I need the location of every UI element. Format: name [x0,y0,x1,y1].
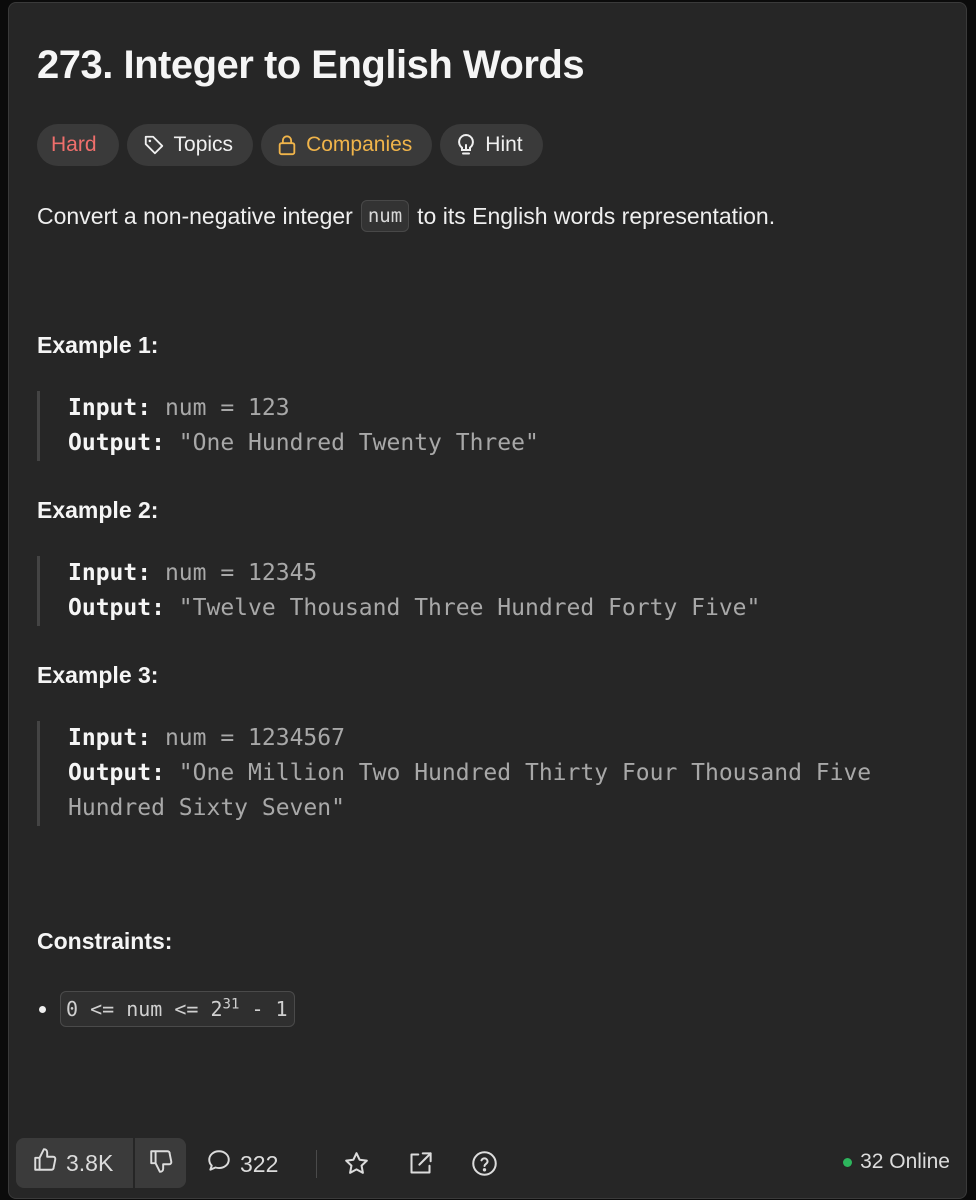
difficulty-badge: Hard [37,124,119,166]
tag-icon [143,134,165,156]
thumbs-down-icon [148,1148,174,1179]
output-value: "One Million Two Hundred Thirty Four Tho… [178,760,872,786]
input-value: num = 123 [164,395,290,421]
like-button[interactable]: 3.8K [16,1147,133,1179]
constraint-exponent: 31 [222,996,240,1013]
input-label: Input: [68,560,152,586]
problem-panel: 273. Integer to English Words Hard Topic… [8,2,967,1199]
constraint-code: 0 <= num <= 231 - 1 [60,991,295,1027]
input-label: Input: [68,725,152,751]
output-value: "Twelve Thousand Three Hundred Forty Fiv… [178,595,761,621]
description-text-start: Convert a non-negative integer [37,202,353,229]
footer-divider [316,1150,317,1178]
example-output-line: Output: "Twelve Thousand Three Hundred F… [68,591,947,626]
example-heading: Example 2: [37,497,159,523]
companies-button[interactable]: Companies [261,124,433,166]
example-heading: Example 1: [37,332,159,358]
constraint-text-end: - 1 [239,997,288,1021]
description-text-end: to its English words representation. [417,202,776,229]
constraints-heading: Constraints: [37,928,173,954]
like-count: 3.8K [66,1149,114,1176]
problem-tags: Hard Topics Companies Hint [37,124,543,166]
example-block: Input: num = 123 Output: "One Hundred Tw… [37,391,947,461]
example-heading: Example 3: [37,662,159,688]
vote-group: 3.8K [16,1138,186,1188]
example-block: Input: num = 1234567 Output: "One Millio… [37,721,947,826]
hint-label: Hint [485,133,523,156]
output-label: Output: [68,595,165,621]
example-input-line: Input: num = 12345 [68,556,947,591]
companies-label: Companies [306,133,413,156]
hint-button[interactable]: Hint [440,124,543,166]
online-status: 32 Online [843,1150,950,1174]
lock-icon [277,134,297,156]
topics-label: Topics [173,133,234,156]
share-button[interactable] [407,1150,434,1183]
example-output-line: Output: "One Million Two Hundred Thirty … [68,756,947,791]
input-value: num = 12345 [164,560,318,586]
difficulty-label: Hard [51,133,97,156]
favorite-button[interactable] [343,1150,370,1183]
input-label: Input: [68,395,152,421]
constraint-text: 0 <= num <= 2 [66,997,223,1021]
comment-count: 322 [240,1150,279,1177]
online-count: 32 Online [860,1150,950,1173]
example-output-line: Output: "One Hundred Twenty Three" [68,426,947,461]
constraint-item: 0 <= num <= 231 - 1 [39,991,295,1027]
problem-description: Convert a non-negative integer num to it… [37,200,775,232]
description-code: num [360,200,410,232]
topics-button[interactable]: Topics [126,124,254,166]
input-value: num = 1234567 [164,725,345,751]
star-icon [343,1150,370,1183]
problem-title: 273. Integer to English Words [37,43,585,87]
share-icon [407,1150,434,1183]
action-bar: 3.8K 322 32 Online [9,1136,966,1192]
lightbulb-icon [456,133,476,157]
bullet [39,1005,46,1013]
help-button[interactable] [471,1150,498,1183]
example-output-continuation: Hundred Sixty Seven" [68,795,345,821]
comment-icon [206,1148,232,1180]
output-label: Output: [68,760,165,786]
output-label: Output: [68,430,165,456]
example-input-line: Input: num = 1234567 [68,721,947,756]
online-dot-icon [843,1157,853,1167]
dislike-button[interactable] [135,1148,186,1179]
output-value: "One Hundred Twenty Three" [178,430,539,456]
example-block: Input: num = 12345 Output: "Twelve Thous… [37,556,947,626]
help-icon [471,1150,498,1183]
comments-button[interactable]: 322 [206,1148,278,1180]
thumbs-up-icon [32,1147,58,1179]
example-input-line: Input: num = 123 [68,391,947,426]
